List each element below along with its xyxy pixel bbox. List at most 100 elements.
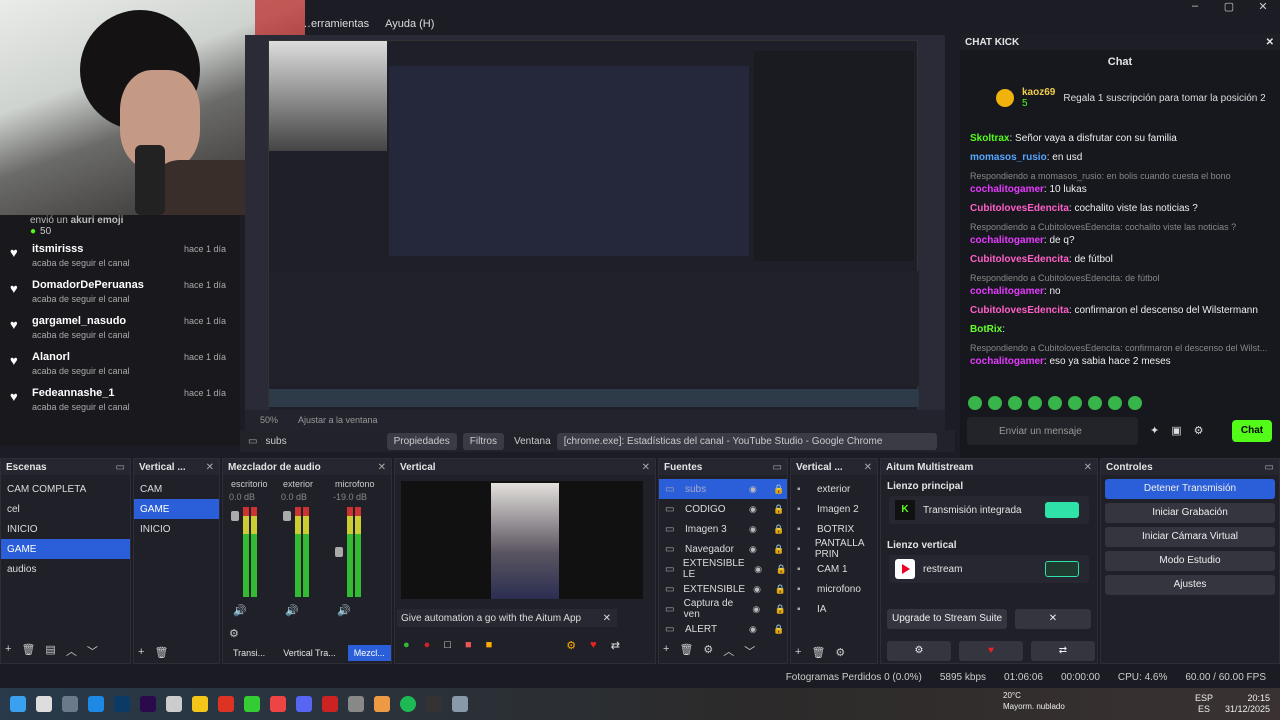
main-output-toggle[interactable] xyxy=(1045,502,1079,518)
source-row[interactable]: ▭ Imagen 3 ◉ 🔒 xyxy=(659,519,787,539)
pause-icon[interactable]: ■ xyxy=(465,639,472,652)
settings-icon[interactable] xyxy=(452,696,468,712)
app-icon[interactable] xyxy=(218,696,234,712)
minecraft-icon[interactable] xyxy=(244,696,260,712)
mixer-gear-icon[interactable]: ⚙ xyxy=(229,627,239,640)
chat-username[interactable]: cochalitogamer xyxy=(970,356,1044,367)
windows-start-icon[interactable] xyxy=(10,696,26,712)
eye-icon[interactable]: ◉ xyxy=(753,584,767,595)
eye-icon[interactable]: ◉ xyxy=(749,624,765,635)
chat-username[interactable]: momasos_rusio xyxy=(970,152,1047,163)
discord-icon[interactable] xyxy=(296,696,312,712)
list-item[interactable]: CAM COMPLETA xyxy=(1,479,130,499)
source-row[interactable]: ▪ CAM 1 xyxy=(791,559,877,579)
source-row[interactable]: ▭ EXTENSIBLE LE ◉ 🔒 xyxy=(659,558,787,580)
replay-icon[interactable]: ■ xyxy=(486,639,493,652)
fit-option[interactable]: Ajustar a la ventana xyxy=(298,415,378,425)
volume-slider[interactable] xyxy=(283,511,291,521)
chat-username[interactable]: BotRix xyxy=(970,324,1002,335)
emote-icon[interactable] xyxy=(988,396,1002,410)
premiere-icon[interactable] xyxy=(140,696,156,712)
up-icon[interactable]: ︿ xyxy=(723,643,734,659)
list-item[interactable]: cel xyxy=(1,499,130,519)
mixer-tab[interactable]: Mezcl... xyxy=(347,645,391,661)
chat-username[interactable]: cochalitogamer xyxy=(970,184,1044,195)
menu-help[interactable]: Ayuda (H) xyxy=(385,18,434,30)
filter-icon[interactable]: ▤ xyxy=(45,643,55,659)
add-icon[interactable]: + xyxy=(663,643,669,659)
lock-icon[interactable]: 🔒 xyxy=(775,584,787,595)
close-icon[interactable]: ✕ xyxy=(378,462,386,473)
close-icon[interactable]: ✕ xyxy=(603,613,611,624)
add-icon[interactable]: + xyxy=(5,643,11,659)
up-icon[interactable]: ︿ xyxy=(66,643,77,659)
add-icon[interactable]: + xyxy=(138,646,144,659)
emote-icon[interactable] xyxy=(968,396,982,410)
speaker-icon[interactable]: 🔊 xyxy=(233,604,247,617)
maximize-button[interactable]: ▢ xyxy=(1212,0,1246,14)
source-row[interactable]: ▪ PANTALLA PRIN xyxy=(791,538,877,560)
chat-username[interactable]: Skoltrax xyxy=(970,133,1009,144)
settings-icon[interactable]: ⚙ xyxy=(887,641,951,661)
settings-icon[interactable]: ⚙ xyxy=(835,646,845,659)
source-row[interactable]: ▭ EXTENSIBLE ◉ 🔒 xyxy=(659,579,787,599)
mixer-tab[interactable]: Transi... xyxy=(227,645,271,661)
edge-icon[interactable] xyxy=(88,696,104,712)
settings-icon[interactable]: ⚙ xyxy=(566,639,576,652)
emote-icon[interactable] xyxy=(1088,396,1102,410)
gift-icon[interactable]: ▣ xyxy=(1171,424,1181,437)
link-icon[interactable]: ⇄ xyxy=(611,639,620,652)
preview-canvas[interactable]: 50% Ajustar a la ventana xyxy=(245,35,945,440)
emote-icon[interactable] xyxy=(1048,396,1062,410)
heart-icon[interactable]: ♥ xyxy=(959,641,1023,661)
down-icon[interactable]: ﹀ xyxy=(87,643,98,659)
volume-slider[interactable] xyxy=(231,511,239,521)
source-row[interactable]: ▪ BOTRIX xyxy=(791,519,877,539)
eye-icon[interactable]: ◉ xyxy=(749,524,765,535)
clock[interactable]: 20:15 31/12/2025 xyxy=(1225,693,1270,715)
undock-icon[interactable]: ▭ xyxy=(1265,462,1274,473)
chat-username[interactable]: CubitolovesEdencita xyxy=(970,203,1069,214)
trash-icon[interactable]: 🗑 xyxy=(21,643,35,659)
source-row[interactable]: ▪ Imagen 2 xyxy=(791,499,877,519)
settings-icon[interactable]: ⚙ xyxy=(1194,424,1204,437)
menu-tools[interactable]: …erramientas xyxy=(300,18,369,30)
link-icon[interactable]: ⇄ xyxy=(1031,641,1095,661)
volume-slider[interactable] xyxy=(335,547,343,557)
weather-widget[interactable]: 20°C Mayorm. nublado xyxy=(1003,690,1065,712)
list-item[interactable]: GAME xyxy=(1,539,130,559)
vertical-output-toggle[interactable] xyxy=(1045,561,1079,577)
lock-icon[interactable]: 🔒 xyxy=(773,524,787,535)
chat-username[interactable]: CubitolovesEdencita xyxy=(970,254,1069,265)
zoom-level[interactable]: 50% xyxy=(260,415,278,425)
close-icon[interactable]: ✕ xyxy=(1266,37,1274,48)
control-button[interactable]: Iniciar Grabación xyxy=(1105,503,1275,523)
source-row[interactable]: ▭ subs ◉ 🔒 xyxy=(659,479,787,499)
search-icon[interactable] xyxy=(36,696,52,712)
source-row[interactable]: ▪ microfono xyxy=(791,579,877,599)
source-row[interactable]: ▭ ALERT ◉ 🔒 xyxy=(659,619,787,639)
lock-icon[interactable]: 🔒 xyxy=(773,624,787,635)
close-icon[interactable]: ✕ xyxy=(864,462,872,473)
users-icon[interactable]: ✦ xyxy=(1150,424,1159,437)
source-row[interactable]: ▪ IA xyxy=(791,599,877,619)
undock-icon[interactable]: ▭ xyxy=(773,462,782,473)
filters-button[interactable]: Filtros xyxy=(462,432,504,450)
spotify-icon[interactable] xyxy=(400,696,416,712)
eye-icon[interactable]: ◉ xyxy=(749,544,765,555)
source-row[interactable]: ▭ Captura de ven ◉ 🔒 xyxy=(659,598,787,620)
trash-icon[interactable]: 🗑 xyxy=(154,646,168,659)
pinned-user[interactable]: kaoz69 xyxy=(1022,87,1055,98)
window-select[interactable]: [chrome.exe]: Estadísticas del canal - Y… xyxy=(556,432,937,450)
eye-icon[interactable]: ◉ xyxy=(749,484,765,495)
settings-icon[interactable]: ⚙ xyxy=(703,643,713,659)
obs-icon[interactable] xyxy=(426,696,442,712)
trash-icon[interactable]: 🗑 xyxy=(811,646,825,659)
speaker-icon[interactable]: 🔊 xyxy=(337,604,351,617)
control-button[interactable]: Detener Transmisión xyxy=(1105,479,1275,499)
opera-icon[interactable] xyxy=(322,696,338,712)
taskview-icon[interactable] xyxy=(62,696,78,712)
source-row[interactable]: ▭ CODIGO ◉ 🔒 xyxy=(659,499,787,519)
close-icon[interactable]: ✕ xyxy=(1084,462,1092,473)
stream-icon[interactable]: ● xyxy=(403,639,410,652)
